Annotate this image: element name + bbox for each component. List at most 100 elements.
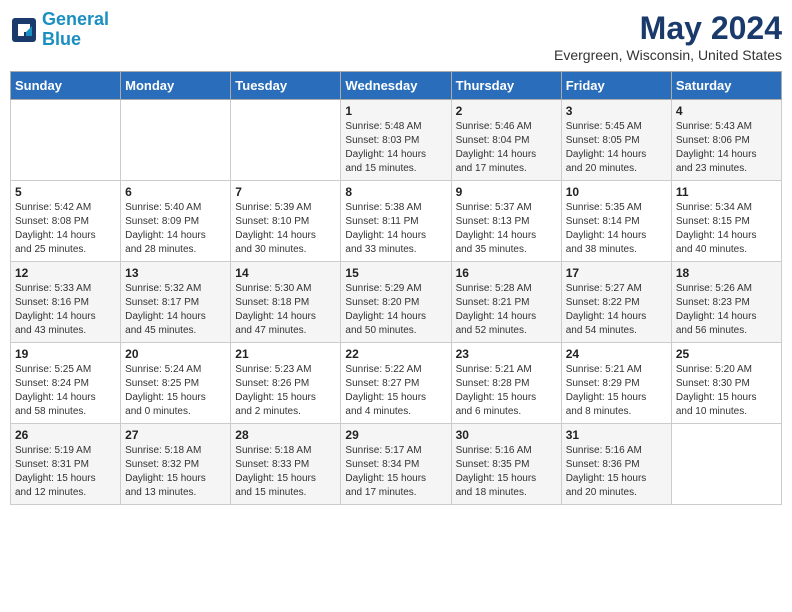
- location: Evergreen, Wisconsin, United States: [554, 47, 782, 63]
- calendar-cell: 8 Sunrise: 5:38 AM Sunset: 8:11 PM Daylig…: [341, 181, 451, 262]
- day-info: Sunrise: 5:48 AM Sunset: 8:03 PM Dayligh…: [345, 120, 446, 176]
- calendar-week-row: 5 Sunrise: 5:42 AM Sunset: 8:08 PM Daylig…: [11, 181, 782, 262]
- day-number: 1: [345, 104, 446, 118]
- day-info: Sunrise: 5:18 AM Sunset: 8:32 PM Dayligh…: [125, 444, 226, 500]
- day-info: Sunrise: 5:26 AM Sunset: 8:23 PM Dayligh…: [676, 282, 777, 338]
- weekday-header: Monday: [121, 72, 231, 100]
- calendar-cell: 7Sunrise: 5:39 AM Sunset: 8:10 PM Daylig…: [231, 181, 341, 262]
- weekday-header: Thursday: [451, 72, 561, 100]
- day-number: 4: [676, 104, 777, 118]
- calendar-cell: 14 Sunrise: 5:30 AM Sunset: 8:18 PM Dayli…: [231, 262, 341, 343]
- day-number: 29: [345, 428, 446, 442]
- calendar-week-row: 12Sunrise: 5:33 AM Sunset: 8:16 PM Dayli…: [11, 262, 782, 343]
- day-info: Sunrise: 5:43 AM Sunset: 8:06 PM Dayligh…: [676, 120, 777, 176]
- day-info: Sunrise: 5:22 AM Sunset: 8:27 PM Dayligh…: [345, 363, 446, 419]
- calendar-cell: 5 Sunrise: 5:42 AM Sunset: 8:08 PM Daylig…: [11, 181, 121, 262]
- day-number: 12: [15, 266, 116, 280]
- day-info: Sunrise: 5:40 AM Sunset: 8:09 PM Dayligh…: [125, 201, 226, 257]
- title-block: May 2024 Evergreen, Wisconsin, United St…: [554, 10, 782, 63]
- calendar-cell: 24 Sunrise: 5:21 AM Sunset: 8:29 PM Dayli…: [561, 343, 671, 424]
- weekday-header: Friday: [561, 72, 671, 100]
- day-info: Sunrise: 5:27 AM Sunset: 8:22 PM Dayligh…: [566, 282, 667, 338]
- calendar-cell: 17Sunrise: 5:27 AM Sunset: 8:22 PM Dayli…: [561, 262, 671, 343]
- day-info: Sunrise: 5:21 AM Sunset: 8:29 PM Dayligh…: [566, 363, 667, 419]
- day-info: Sunrise: 5:19 AM Sunset: 8:31 PM Dayligh…: [15, 444, 116, 500]
- calendar-cell: [231, 100, 341, 181]
- calendar-cell: 25 Sunrise: 5:20 AM Sunset: 8:30 PM Dayli…: [671, 343, 781, 424]
- day-number: 20: [125, 347, 226, 361]
- calendar-cell: 3 Sunrise: 5:45 AM Sunset: 8:05 PM Daylig…: [561, 100, 671, 181]
- calendar-cell: [671, 424, 781, 505]
- day-number: 10: [566, 185, 667, 199]
- logo-icon: [10, 16, 38, 44]
- day-info: Sunrise: 5:21 AM Sunset: 8:28 PM Dayligh…: [456, 363, 557, 419]
- day-info: Sunrise: 5:29 AM Sunset: 8:20 PM Dayligh…: [345, 282, 446, 338]
- weekday-header: Tuesday: [231, 72, 341, 100]
- logo-subtext: Blue: [42, 30, 109, 50]
- day-number: 21: [235, 347, 336, 361]
- day-info: Sunrise: 5:25 AM Sunset: 8:24 PM Dayligh…: [15, 363, 116, 419]
- calendar-cell: 13 Sunrise: 5:32 AM Sunset: 8:17 PM Dayli…: [121, 262, 231, 343]
- calendar-cell: 22 Sunrise: 5:22 AM Sunset: 8:27 PM Dayli…: [341, 343, 451, 424]
- calendar-cell: 30Sunrise: 5:16 AM Sunset: 8:35 PM Dayli…: [451, 424, 561, 505]
- day-number: 8: [345, 185, 446, 199]
- day-info: Sunrise: 5:20 AM Sunset: 8:30 PM Dayligh…: [676, 363, 777, 419]
- calendar-cell: 2 Sunrise: 5:46 AM Sunset: 8:04 PM Daylig…: [451, 100, 561, 181]
- day-info: Sunrise: 5:34 AM Sunset: 8:15 PM Dayligh…: [676, 201, 777, 257]
- day-info: Sunrise: 5:38 AM Sunset: 8:11 PM Dayligh…: [345, 201, 446, 257]
- logo-text: General: [42, 10, 109, 30]
- day-number: 11: [676, 185, 777, 199]
- calendar-cell: 18Sunrise: 5:26 AM Sunset: 8:23 PM Dayli…: [671, 262, 781, 343]
- calendar-cell: 11 Sunrise: 5:34 AM Sunset: 8:15 PM Dayli…: [671, 181, 781, 262]
- calendar-cell: 31Sunrise: 5:16 AM Sunset: 8:36 PM Dayli…: [561, 424, 671, 505]
- day-number: 6: [125, 185, 226, 199]
- day-info: Sunrise: 5:30 AM Sunset: 8:18 PM Dayligh…: [235, 282, 336, 338]
- day-info: Sunrise: 5:28 AM Sunset: 8:21 PM Dayligh…: [456, 282, 557, 338]
- day-info: Sunrise: 5:37 AM Sunset: 8:13 PM Dayligh…: [456, 201, 557, 257]
- calendar-cell: 21Sunrise: 5:23 AM Sunset: 8:26 PM Dayli…: [231, 343, 341, 424]
- day-info: Sunrise: 5:32 AM Sunset: 8:17 PM Dayligh…: [125, 282, 226, 338]
- logo: General Blue: [10, 10, 109, 50]
- day-info: Sunrise: 5:39 AM Sunset: 8:10 PM Dayligh…: [235, 201, 336, 257]
- day-info: Sunrise: 5:24 AM Sunset: 8:25 PM Dayligh…: [125, 363, 226, 419]
- day-info: Sunrise: 5:45 AM Sunset: 8:05 PM Dayligh…: [566, 120, 667, 176]
- day-number: 19: [15, 347, 116, 361]
- calendar-week-row: 1 Sunrise: 5:48 AM Sunset: 8:03 PM Daylig…: [11, 100, 782, 181]
- weekday-header-row: SundayMondayTuesdayWednesdayThursdayFrid…: [11, 72, 782, 100]
- day-number: 13: [125, 266, 226, 280]
- weekday-header: Saturday: [671, 72, 781, 100]
- day-info: Sunrise: 5:16 AM Sunset: 8:35 PM Dayligh…: [456, 444, 557, 500]
- calendar-cell: 12Sunrise: 5:33 AM Sunset: 8:16 PM Dayli…: [11, 262, 121, 343]
- calendar-cell: 28Sunrise: 5:18 AM Sunset: 8:33 PM Dayli…: [231, 424, 341, 505]
- day-number: 25: [676, 347, 777, 361]
- day-number: 15: [345, 266, 446, 280]
- month-year: May 2024: [554, 10, 782, 47]
- weekday-header: Sunday: [11, 72, 121, 100]
- calendar-week-row: 19 Sunrise: 5:25 AM Sunset: 8:24 PM Dayli…: [11, 343, 782, 424]
- weekday-header: Wednesday: [341, 72, 451, 100]
- calendar-cell: 9 Sunrise: 5:37 AM Sunset: 8:13 PM Daylig…: [451, 181, 561, 262]
- day-number: 24: [566, 347, 667, 361]
- day-number: 22: [345, 347, 446, 361]
- day-number: 14: [235, 266, 336, 280]
- calendar-cell: 29 Sunrise: 5:17 AM Sunset: 8:34 PM Dayli…: [341, 424, 451, 505]
- calendar-cell: 19 Sunrise: 5:25 AM Sunset: 8:24 PM Dayli…: [11, 343, 121, 424]
- calendar-cell: 15 Sunrise: 5:29 AM Sunset: 8:20 PM Dayli…: [341, 262, 451, 343]
- calendar-cell: 6 Sunrise: 5:40 AM Sunset: 8:09 PM Daylig…: [121, 181, 231, 262]
- calendar-cell: [11, 100, 121, 181]
- day-number: 2: [456, 104, 557, 118]
- day-number: 27: [125, 428, 226, 442]
- day-info: Sunrise: 5:35 AM Sunset: 8:14 PM Dayligh…: [566, 201, 667, 257]
- day-info: Sunrise: 5:42 AM Sunset: 8:08 PM Dayligh…: [15, 201, 116, 257]
- day-info: Sunrise: 5:46 AM Sunset: 8:04 PM Dayligh…: [456, 120, 557, 176]
- day-number: 5: [15, 185, 116, 199]
- day-info: Sunrise: 5:17 AM Sunset: 8:34 PM Dayligh…: [345, 444, 446, 500]
- calendar-cell: 16Sunrise: 5:28 AM Sunset: 8:21 PM Dayli…: [451, 262, 561, 343]
- day-number: 3: [566, 104, 667, 118]
- calendar-cell: 23Sunrise: 5:21 AM Sunset: 8:28 PM Dayli…: [451, 343, 561, 424]
- calendar-cell: 27 Sunrise: 5:18 AM Sunset: 8:32 PM Dayli…: [121, 424, 231, 505]
- day-number: 9: [456, 185, 557, 199]
- calendar-cell: 26Sunrise: 5:19 AM Sunset: 8:31 PM Dayli…: [11, 424, 121, 505]
- calendar-cell: [121, 100, 231, 181]
- calendar-cell: 1 Sunrise: 5:48 AM Sunset: 8:03 PM Daylig…: [341, 100, 451, 181]
